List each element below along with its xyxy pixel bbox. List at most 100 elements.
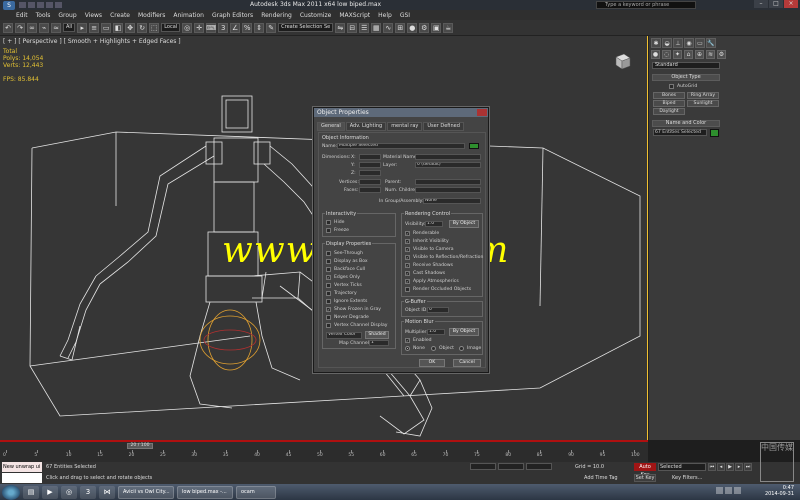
select-scale-icon[interactable]: ⬚ <box>149 22 160 33</box>
render-occluded-checkbox[interactable] <box>405 287 410 292</box>
z-coordinate-field[interactable] <box>526 463 552 470</box>
backface-cull-checkbox[interactable] <box>326 267 331 272</box>
maximize-button[interactable]: □ <box>769 0 783 8</box>
cast-shadows-checkbox[interactable]: ✓ <box>405 271 410 276</box>
shaded-button[interactable]: Shaded <box>365 331 389 339</box>
dialog-title[interactable]: Object Properties <box>314 108 488 117</box>
selection-name-field[interactable]: 67 Entities Selected <box>653 129 707 136</box>
bind-space-warp-icon[interactable]: ≈ <box>51 22 61 33</box>
media-player-icon[interactable]: ▶ <box>42 485 58 499</box>
motion-tab-icon[interactable]: ◉ <box>684 38 694 48</box>
lights-icon[interactable]: ✦ <box>673 50 682 59</box>
layer-manager-icon[interactable]: ☰ <box>359 22 370 33</box>
freeze-checkbox[interactable] <box>326 228 331 233</box>
angle-snap-icon[interactable]: ∠ <box>230 22 241 33</box>
taskbar-item-ocam[interactable]: ocam <box>236 485 276 499</box>
menu-graph-editors[interactable]: Graph Editors <box>212 12 253 19</box>
object-type-rollout[interactable]: Object Type <box>652 74 720 81</box>
start-button-icon[interactable] <box>2 484 20 500</box>
menu-help[interactable]: Help <box>378 12 392 19</box>
ignore-extents-checkbox[interactable] <box>326 299 331 304</box>
window-crossing-icon[interactable]: ◧ <box>113 22 124 33</box>
never-degrade-checkbox[interactable] <box>326 315 331 320</box>
see-through-checkbox[interactable] <box>326 251 331 256</box>
menu-tools[interactable]: Tools <box>36 12 51 19</box>
receive-shadows-checkbox[interactable]: ✓ <box>405 263 410 268</box>
set-key-button[interactable]: Set Key <box>634 474 656 482</box>
mirror-icon[interactable]: ⇋ <box>335 22 346 33</box>
select-manipulate-icon[interactable]: ✛ <box>194 22 205 33</box>
select-rotate-icon[interactable]: ↻ <box>137 22 148 33</box>
by-object-button[interactable]: By Object <box>449 220 479 228</box>
selection-filter-dropdown[interactable]: All <box>63 23 76 32</box>
undo-icon[interactable]: ↶ <box>3 22 13 33</box>
display-tab-icon[interactable]: ▭ <box>695 38 705 48</box>
x-coordinate-field[interactable] <box>470 463 496 470</box>
spinner-snap-icon[interactable]: ⇕ <box>254 22 265 33</box>
menu-group[interactable]: Group <box>58 12 76 19</box>
select-by-name-icon[interactable]: ≡ <box>89 22 100 33</box>
key-selection-dropdown[interactable]: Selected <box>658 463 706 471</box>
chrome-icon[interactable]: ◎ <box>61 485 77 499</box>
blur-image-radio[interactable] <box>459 346 464 351</box>
maxscript-listener-field[interactable]: New unwrap ui <box>2 462 42 472</box>
named-selection-dropdown[interactable]: Create Selection Se <box>278 23 334 32</box>
show-frozen-gray-checkbox[interactable]: ✓ <box>326 307 331 312</box>
name-color-rollout[interactable]: Name and Color <box>652 120 720 127</box>
schematic-view-icon[interactable]: ⊞ <box>395 22 406 33</box>
blur-object-radio[interactable] <box>431 346 436 351</box>
biped-button[interactable]: Biped <box>653 100 685 107</box>
inherit-visibility-checkbox[interactable]: ✓ <box>405 239 410 244</box>
new-file-icon[interactable] <box>19 2 26 8</box>
snaps-toggle-icon[interactable]: 3 <box>218 22 229 33</box>
motion-by-object-button[interactable]: By Object <box>449 328 479 336</box>
viewcube-icon[interactable] <box>612 51 632 71</box>
map-channel-field[interactable]: 1 <box>369 340 389 346</box>
menu-edit[interactable]: Edit <box>16 12 28 19</box>
viewport-label[interactable]: [ + ] [ Perspective ] [ Smooth + Highlig… <box>3 38 181 45</box>
unlink-icon[interactable]: ⌁ <box>39 22 49 33</box>
vertex-channel-display-checkbox[interactable] <box>326 323 331 328</box>
search-input[interactable]: Type a keyword or phrase <box>596 1 696 9</box>
tab-adv-lighting[interactable]: Adv. Lighting <box>345 122 387 131</box>
time-slider-thumb[interactable]: 20 / 100 <box>127 443 153 449</box>
go-to-end-icon[interactable]: ⏭ <box>744 463 752 471</box>
app-logo-icon[interactable]: S <box>3 0 15 10</box>
edges-only-checkbox[interactable]: ✓ <box>326 275 331 280</box>
menu-create[interactable]: Create <box>110 12 130 19</box>
explorer-icon[interactable]: ▤ <box>23 485 39 499</box>
daylight-button[interactable]: Daylight <box>653 108 685 115</box>
menu-rendering[interactable]: Rendering <box>261 12 292 19</box>
bones-button[interactable]: Bones <box>653 92 685 99</box>
video-icon[interactable]: ⋈ <box>99 485 115 499</box>
multiplier-field[interactable]: 1.0 <box>427 329 445 335</box>
tab-mental-ray[interactable]: mental ray <box>387 122 423 131</box>
volume-icon[interactable] <box>725 487 732 494</box>
display-as-box-checkbox[interactable] <box>326 259 331 264</box>
taskbar-item-avicii[interactable]: Avicii vs Owl City... <box>118 485 174 499</box>
maxscript-output-field[interactable] <box>2 473 42 483</box>
blur-none-radio[interactable] <box>405 346 410 351</box>
space-warps-icon[interactable]: ≋ <box>706 50 715 59</box>
select-move-icon[interactable]: ✥ <box>125 22 136 33</box>
time-slider[interactable]: 20 / 100 <box>0 440 648 450</box>
hide-checkbox[interactable] <box>326 220 331 225</box>
edit-named-selection-icon[interactable]: ✎ <box>266 22 277 33</box>
visible-reflection-checkbox[interactable]: ✓ <box>405 255 410 260</box>
modify-tab-icon[interactable]: ◒ <box>662 38 672 48</box>
systems-icon[interactable]: ⚙ <box>717 50 726 59</box>
link-icon[interactable]: ∞ <box>27 22 37 33</box>
tab-general[interactable]: General <box>317 122 345 131</box>
3dsmax-icon[interactable]: 3 <box>80 485 96 499</box>
menu-maxscript[interactable]: MAXScript <box>339 12 370 19</box>
menu-animation[interactable]: Animation <box>173 12 204 19</box>
undo-icon[interactable] <box>46 2 53 8</box>
y-coordinate-field[interactable] <box>498 463 524 470</box>
trajectory-checkbox[interactable] <box>326 291 331 296</box>
next-frame-icon[interactable]: ▸ <box>735 463 743 471</box>
curve-editor-icon[interactable]: ∿ <box>383 22 394 33</box>
create-tab-icon[interactable]: ✱ <box>651 38 661 48</box>
align-icon[interactable]: ⊟ <box>347 22 358 33</box>
graphite-tools-icon[interactable]: ▦ <box>371 22 382 33</box>
reference-coordinate-dropdown[interactable]: Local <box>161 23 181 32</box>
